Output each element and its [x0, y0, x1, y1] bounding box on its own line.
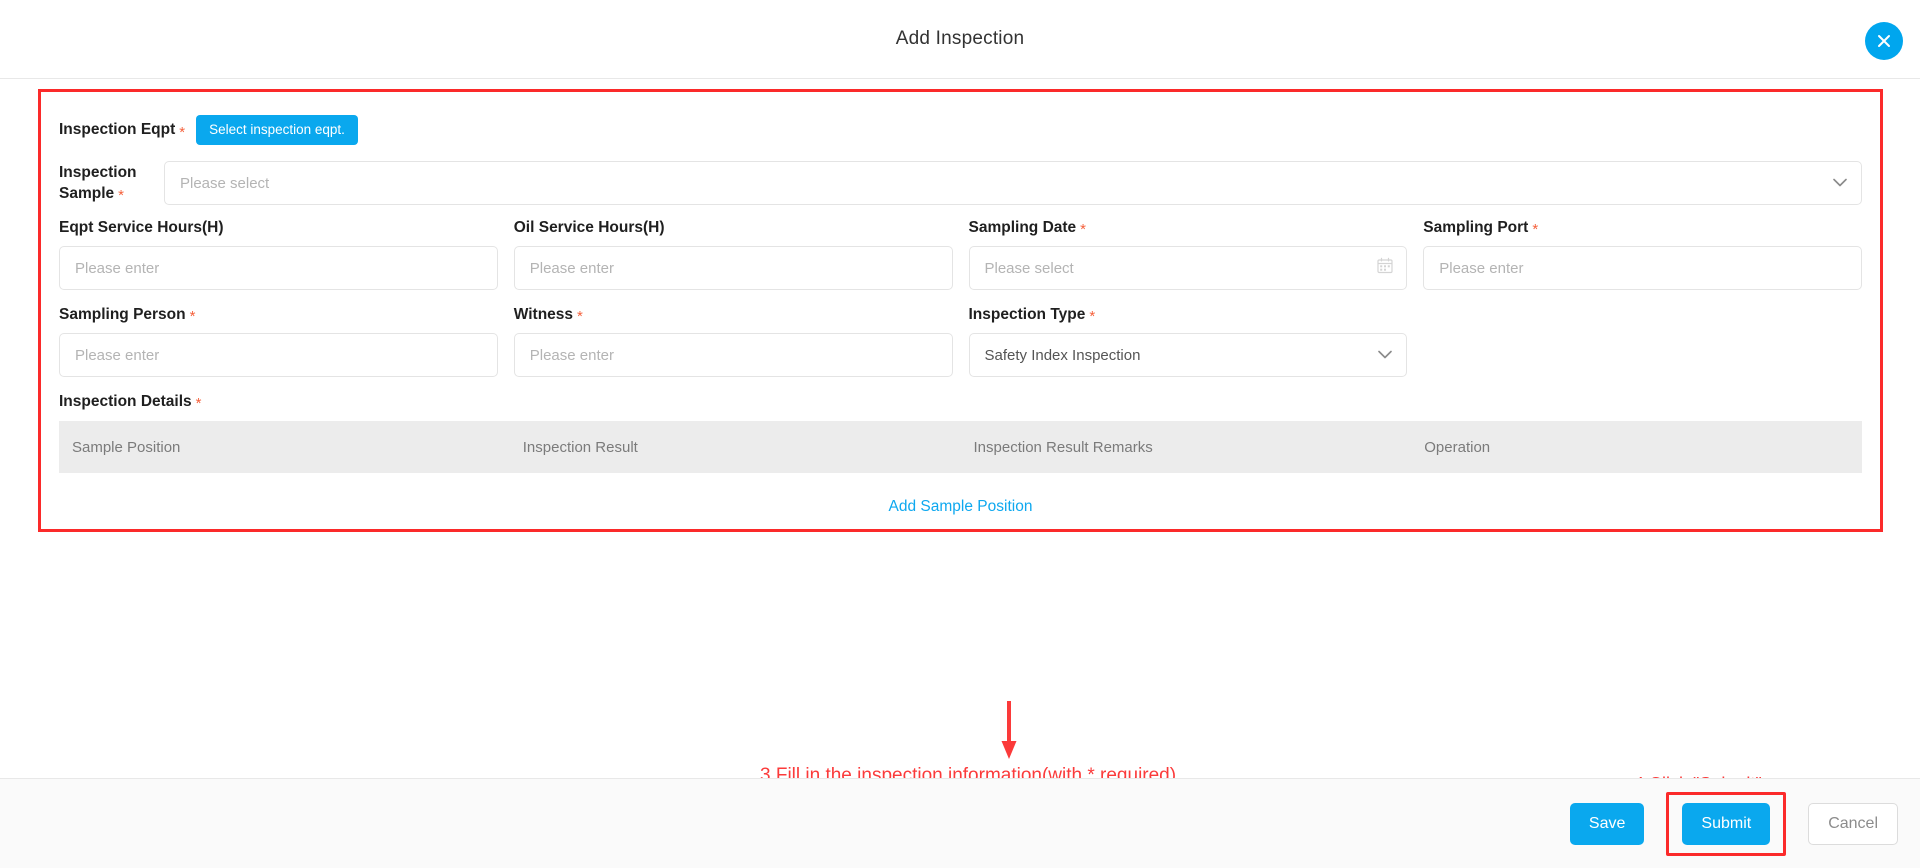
oil-service-hours-input[interactable]	[513, 246, 953, 290]
table-header: Sample Position Inspection Result Inspec…	[59, 421, 1862, 473]
field-oil-service-hours: Oil Service Hours(H)	[513, 219, 953, 290]
column-sample-position: Sample Position	[59, 421, 510, 473]
table-header-row: Sample Position Inspection Result Inspec…	[59, 421, 1862, 473]
modal-header: Add Inspection	[0, 0, 1920, 79]
inspection-eqpt-row: Inspection Eqpt * Select inspection eqpt…	[59, 110, 1862, 150]
inspection-sample-label-line2-wrap: Sample *	[59, 183, 155, 204]
submit-button[interactable]: Submit	[1682, 802, 1771, 845]
inspection-details-label: Inspection Details *	[59, 393, 1862, 412]
field-label: Sampling Port *	[1423, 219, 1862, 238]
page-title: Add Inspection	[895, 28, 1025, 49]
chevron-down-icon	[1378, 347, 1393, 364]
fields-row-1: Eqpt Service Hours(H) Oil Service Hours(…	[59, 219, 1862, 290]
inspection-details-label-text: Inspection Details	[59, 393, 192, 410]
column-inspection-result: Inspection Result	[509, 421, 961, 473]
inspection-form-highlight: Inspection Eqpt * Select inspection eqpt…	[38, 89, 1883, 532]
sampling-person-input[interactable]	[59, 333, 498, 377]
field-label-text: Eqpt Service Hours(H)	[59, 219, 224, 236]
required-marker: *	[118, 187, 124, 204]
required-marker: *	[195, 395, 202, 412]
field-wrap	[1423, 246, 1862, 290]
field-inspection-type: Inspection Type * Safety Index Inspection	[968, 306, 1408, 377]
required-marker: *	[1080, 221, 1087, 238]
cancel-button[interactable]: Cancel	[1808, 802, 1898, 845]
field-label-text: Oil Service Hours(H)	[513, 219, 665, 236]
field-label-text: Sampling Person	[59, 306, 186, 323]
modal-body: Inspection Eqpt * Select inspection eqpt…	[0, 79, 1920, 868]
close-icon[interactable]	[1865, 22, 1903, 60]
required-marker: *	[577, 308, 583, 325]
field-sampling-person: Sampling Person *	[59, 306, 498, 377]
inspection-details-table: Sample Position Inspection Result Inspec…	[59, 421, 1862, 473]
field-sampling-port: Sampling Port *	[1423, 219, 1862, 290]
required-marker: *	[1532, 221, 1539, 238]
field-label: Sampling Date *	[968, 219, 1408, 238]
field-label-text: Sampling Date	[968, 219, 1077, 236]
field-label: Witness *	[513, 306, 953, 325]
required-marker: *	[189, 308, 196, 325]
close-glyph	[1878, 35, 1890, 47]
field-label: Sampling Person *	[59, 306, 498, 325]
add-inspection-modal: Add Inspection Inspection Eqpt * Select …	[0, 0, 1920, 868]
inspection-sample-value: Please select	[180, 174, 270, 192]
field-wrap	[59, 333, 498, 377]
field-wrap	[968, 246, 1408, 290]
select-inspection-eqpt-button[interactable]: Select inspection eqpt.	[196, 115, 358, 145]
chevron-down-icon	[1833, 175, 1847, 192]
field-wrap	[513, 246, 953, 290]
add-sample-position-wrap: Add Sample Position	[59, 473, 1862, 516]
field-sampling-date: Sampling Date *	[968, 219, 1408, 290]
inspection-eqpt-label: Inspection Eqpt	[59, 121, 176, 138]
field-wrap	[59, 246, 498, 290]
field-label-text: Witness	[513, 306, 574, 323]
sampling-port-input[interactable]	[1423, 246, 1862, 290]
inspection-sample-label: Inspection Sample *	[59, 162, 155, 204]
save-button[interactable]: Save	[1569, 802, 1645, 845]
required-marker: *	[1089, 308, 1096, 325]
inspection-sample-select[interactable]: Please select	[164, 161, 1862, 205]
inspection-type-select[interactable]: Safety Index Inspection	[968, 333, 1408, 377]
field-label: Inspection Type *	[968, 306, 1408, 325]
required-marker: *	[179, 123, 186, 141]
field-wrap	[513, 333, 953, 377]
annotation-arrow-down	[1001, 701, 1017, 759]
column-inspection-result-remarks: Inspection Result Remarks	[960, 421, 1412, 473]
field-wrap: Safety Index Inspection	[968, 333, 1408, 377]
modal-footer: Save Submit Cancel	[0, 778, 1920, 868]
field-label-text: Inspection Type	[968, 306, 1086, 323]
fields-row-2: Sampling Person* Witness*	[59, 306, 1862, 377]
column-operation: Operation	[1411, 421, 1862, 473]
field-eqpt-service-hours: Eqpt Service Hours(H)	[59, 219, 498, 290]
field-witness: Witness *	[513, 306, 953, 377]
field-label: Oil Service Hours(H)	[514, 219, 953, 237]
field-spacer	[1423, 306, 1862, 377]
eqpt-service-hours-input[interactable]	[59, 246, 498, 290]
sampling-date-input[interactable]	[968, 246, 1408, 290]
field-label-text: Sampling Port	[1423, 219, 1529, 236]
witness-input[interactable]	[513, 333, 953, 377]
inspection-sample-label-line1: Inspection	[59, 164, 137, 181]
field-label: Eqpt Service Hours(H)	[59, 219, 498, 237]
inspection-sample-select-wrap: Please select	[164, 161, 1862, 205]
inspection-sample-row: Inspection Sample * Please select	[59, 161, 1862, 205]
add-sample-position-link[interactable]: Add Sample Position	[889, 498, 1033, 515]
submit-highlight: Submit	[1666, 791, 1787, 856]
inspection-type-value: Safety Index Inspection	[984, 346, 1141, 364]
inspection-sample-label-line2: Sample	[59, 185, 115, 202]
